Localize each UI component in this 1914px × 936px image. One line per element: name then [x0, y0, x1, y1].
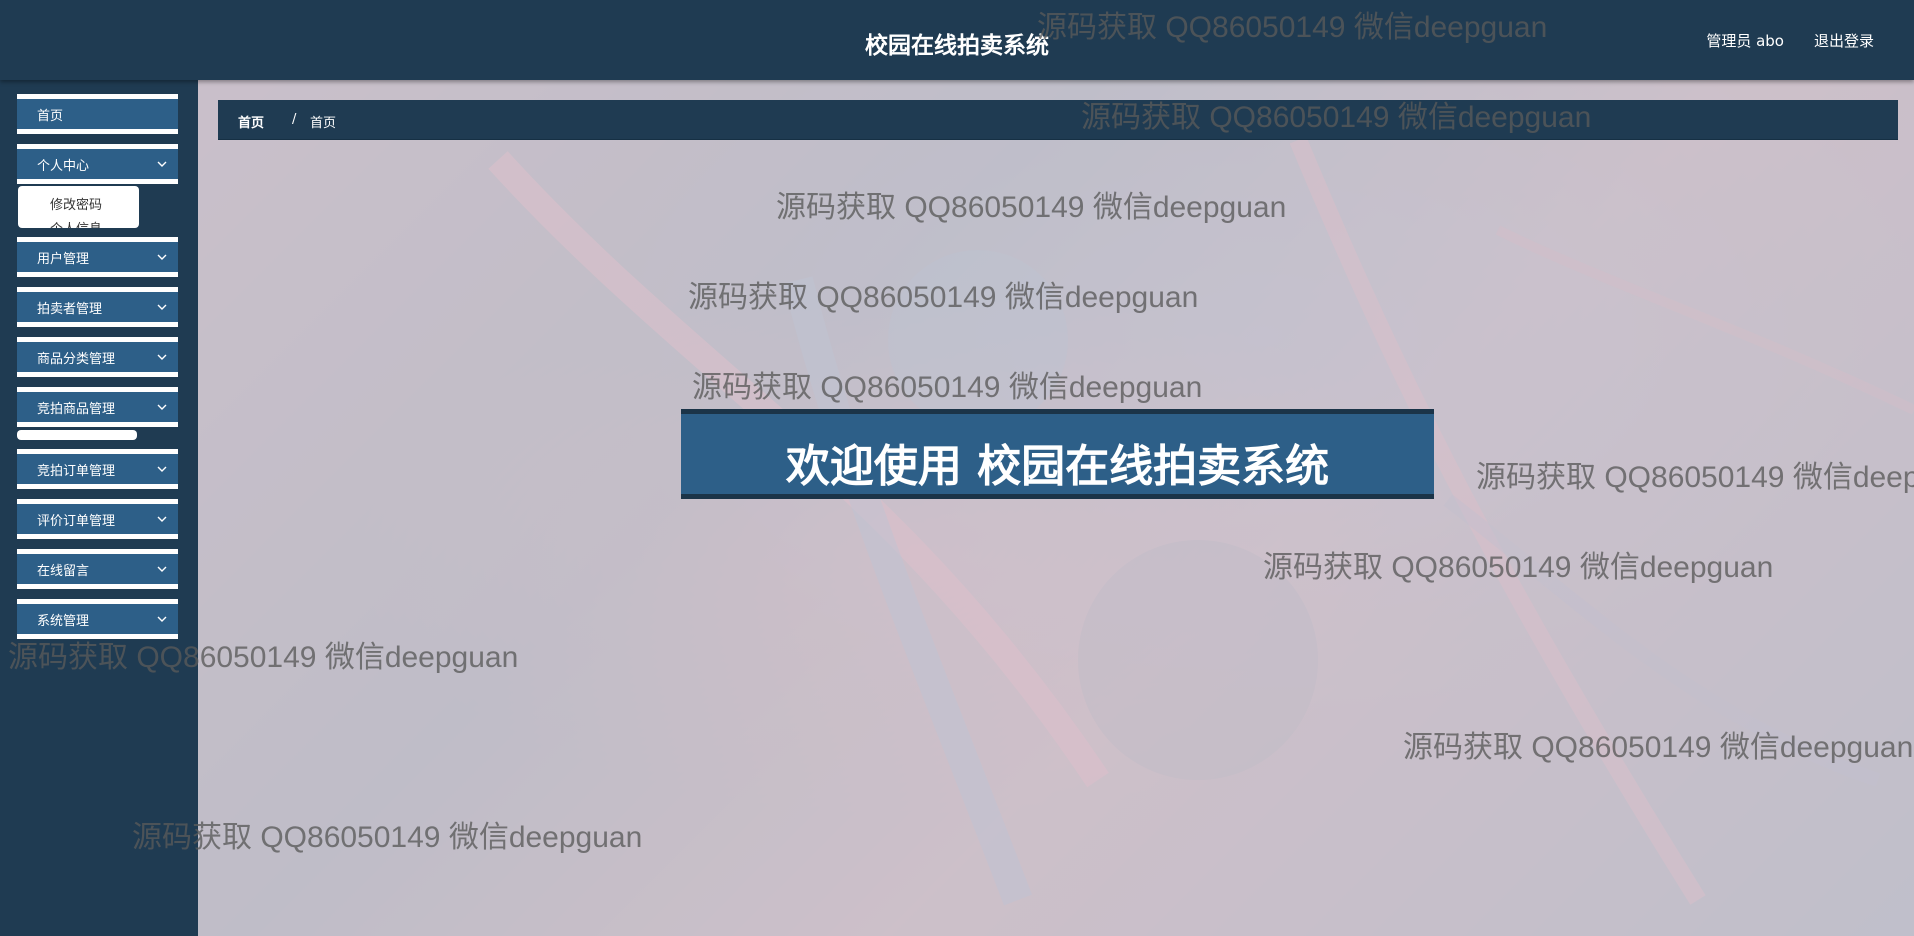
sidebar-item-label: 首页: [37, 109, 64, 124]
sidebar-item-label: 在线留言: [37, 564, 90, 579]
sidebar-item-label: 评价订单管理: [37, 514, 116, 529]
chevron-down-icon: [157, 161, 167, 167]
chevron-down-icon: [157, 404, 167, 410]
sidebar-item-label: 个人中心: [37, 159, 90, 174]
logout-button[interactable]: 退出登录: [1814, 30, 1874, 51]
sidebar-item-home[interactable]: 首页: [17, 94, 178, 134]
breadcrumb-home-link[interactable]: 首页: [238, 112, 264, 131]
welcome-text: 欢迎使用 校园在线拍卖系统: [785, 441, 1330, 492]
breadcrumb: 首页 / 首页: [218, 100, 1898, 140]
sidebar-item-personal-center[interactable]: 个人中心: [17, 144, 178, 184]
chevron-down-icon: [157, 566, 167, 572]
watermark-text: 源码获取 QQ86050149 微信deepguan: [132, 821, 643, 854]
watermark-text: 源码获取 QQ86050149 微信deepguan: [692, 371, 1203, 404]
sidebar-item-label: 商品分类管理: [37, 352, 116, 367]
sidebar-item-category-management[interactable]: 商品分类管理: [17, 337, 178, 377]
sidebar-item-label: 拍卖者管理: [37, 302, 103, 317]
sidebar-item-auction-goods-management[interactable]: 竞拍商品管理: [17, 387, 178, 427]
sidebar-item-label: 竞拍订单管理: [37, 464, 116, 479]
sidebar-item-online-message[interactable]: 在线留言: [17, 549, 178, 589]
breadcrumb-current: 首页: [310, 116, 337, 131]
chevron-down-icon: [157, 304, 167, 310]
sidebar-item-label: 系统管理: [37, 614, 90, 629]
chevron-down-icon: [157, 516, 167, 522]
watermark-text: 源码获取 QQ86050149 微信deepguan: [688, 281, 1199, 314]
watermark-text: 源码获取 QQ86050149 微信deepguan: [8, 641, 519, 674]
sidebar-item-seller-management[interactable]: 拍卖者管理: [17, 287, 178, 327]
sidebar-item-auction-order-management[interactable]: 竞拍订单管理: [17, 449, 178, 489]
personal-center-submenu: 修改密码 个人信息: [18, 186, 139, 228]
breadcrumb-separator: /: [292, 112, 297, 127]
sidebar-item-review-order-management[interactable]: 评价订单管理: [17, 499, 178, 539]
watermark-text: 源码获取 QQ86050149 微信deepguan: [1403, 731, 1914, 764]
sidebar-item-label: 竞拍商品管理: [37, 402, 116, 417]
sidebar-item-label: 用户管理: [37, 252, 90, 267]
app-title: 校园在线拍卖系统: [865, 33, 1049, 59]
watermark-text: 源码获取 QQ86050149 微信deepguan: [1081, 101, 1592, 134]
top-header: 校园在线拍卖系统 管理员 abo 退出登录: [0, 0, 1914, 80]
watermark-text: 源码获取 QQ86050149 微信deepguan: [1476, 461, 1914, 494]
watermark-text: 源码获取 QQ86050149 微信deepguan: [1263, 551, 1774, 584]
admin-user-label: 管理员 abo: [1706, 32, 1784, 50]
chevron-down-icon: [157, 254, 167, 260]
watermark-text: 源码获取 QQ86050149 微信deepguan: [1037, 11, 1548, 44]
submenu-item-change-password[interactable]: 修改密码: [50, 194, 102, 213]
watermark-text: 源码获取 QQ86050149 微信deepguan: [776, 191, 1287, 224]
sidebar-item-user-management[interactable]: 用户管理: [17, 237, 178, 277]
welcome-banner: 欢迎使用 校园在线拍卖系统: [681, 409, 1434, 499]
chevron-down-icon: [157, 616, 167, 622]
chevron-down-icon: [157, 354, 167, 360]
chevron-down-icon: [157, 466, 167, 472]
auction-goods-submenu: [17, 430, 137, 440]
submenu-item-personal-info[interactable]: 个人信息: [50, 218, 102, 228]
